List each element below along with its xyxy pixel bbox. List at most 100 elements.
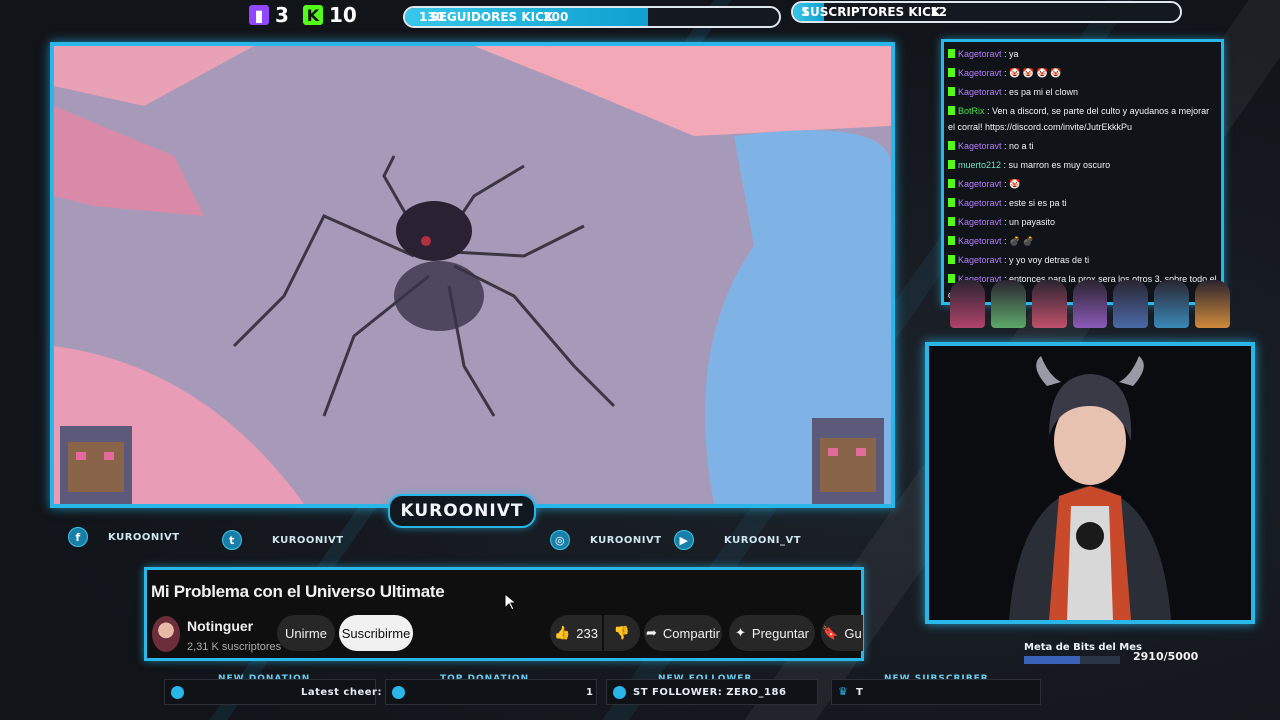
chat-text: : no a ti [1001,141,1034,151]
followers-label: SEGUIDORES KICK [430,10,554,24]
chat-username[interactable]: Kagetoravt [958,141,1002,151]
video-content [54,46,891,504]
kick-badge-icon [948,106,955,115]
chat-text: : ya [1001,49,1019,59]
chat-text: : 🤡 [1001,179,1021,189]
new-follower-text: ST FOLLOWER: ZERO_186 [633,687,787,698]
instagram-handle: KUROONIVT [590,534,662,546]
chat-message: Kagetoravt : es pa mi el clown [948,84,1217,100]
thumbs-up-icon: 👍 [554,625,571,640]
youtube-handle: KUROONI_VT [724,534,802,546]
bookmark-icon: 🔖 [822,625,839,640]
subscribe-button[interactable]: Suscribirme [339,615,413,651]
bits-goal-value: 2910/5000 [1133,650,1199,663]
top-donation-box: 1 [385,679,597,705]
facebook-handle: KUROONIVT [108,531,180,543]
share-icon: ➦ [646,625,657,640]
chat-text: : 🤡 🤡 🤡 🤡 [1001,68,1062,78]
chat-panel[interactable]: Kagetoravt : ya Kagetoravt : 🤡 🤡 🤡 🤡 Kaget… [941,39,1224,305]
mouse-cursor-icon [504,593,516,611]
facebook-icon: f [68,527,88,547]
kick-badge-icon [948,141,955,150]
sparkle-icon: ✦ [735,625,746,640]
chat-username[interactable]: Kagetoravt [958,236,1002,246]
chat-username[interactable]: muerto212 [958,160,1001,170]
chibi-figure [1031,280,1067,328]
chat-message: Kagetoravt : y yo voy detras de ti [948,252,1217,268]
chat-message: Kagetoravt : un payasito [948,214,1217,230]
social-youtube: ▶ KUROONI_VT [674,530,801,550]
instagram-icon: ◎ [550,530,570,550]
twitch-count: 3 [275,3,289,27]
webcam-frame [925,342,1255,624]
chibi-figure [1195,280,1231,328]
save-button[interactable]: 🔖 Gu [821,615,863,651]
chat-message: Kagetoravt : ya [948,46,1217,62]
video-title[interactable]: Mi Problema con el Universo Ultimate [151,582,445,602]
chat-username[interactable]: Kagetoravt [958,68,1002,78]
video-info-panel: Mi Problema con el Universo Ultimate Not… [144,567,864,661]
chat-username[interactable]: Kagetoravt [958,198,1002,208]
new-donation-box: Latest cheer: [164,679,381,705]
social-instagram: ◎ KUROONIVT [550,530,662,550]
chibi-figure [1113,280,1149,328]
kick-counter: K 10 [303,3,357,27]
chat-list: Kagetoravt : ya Kagetoravt : 🤡 🤡 🤡 🤡 Kaget… [948,46,1217,302]
chat-username[interactable]: Kagetoravt [958,179,1002,189]
ask-label: Preguntar [751,625,809,641]
chibi-figure [990,280,1026,328]
chat-message: Kagetoravt : 🤡 🤡 🤡 🤡 [948,65,1217,81]
kick-badge-icon [948,255,955,264]
social-twitter: t KUROONIVT [222,530,344,550]
kick-icon: K [303,5,323,25]
bits-goal-fill [1024,656,1080,664]
vtuber-avatar [929,346,1251,620]
subs-goal-bar: 1 SUSCRIPTORES KICK 12 [791,1,1182,23]
chat-message: Kagetoravt : este si es pa ti [948,195,1217,211]
kick-badge-icon [948,236,955,245]
channel-name[interactable]: Notinguer [187,618,253,634]
join-button[interactable]: Unirme [277,615,335,651]
dislike-button[interactable]: 👎 [604,615,640,651]
chibi-figure [1154,280,1190,328]
share-button[interactable]: ➦ Compartir [644,615,722,651]
pixel-mascot-left [60,426,132,504]
channel-avatar[interactable] [152,616,180,652]
chibi-figure [950,280,985,328]
subs-goal: 12 [930,5,947,19]
chat-message: Kagetoravt : 💣 💣 [948,233,1217,249]
chat-username[interactable]: Kagetoravt [958,87,1002,97]
kick-badge-icon [948,49,955,58]
bits-goal-track [1024,656,1120,664]
save-label: Gu [844,625,862,641]
twitter-icon: t [222,530,242,550]
chat-username[interactable]: Kagetoravt [958,49,1002,59]
chat-text: : un payasito [1001,217,1056,227]
chat-username[interactable]: Kagetoravt [958,255,1002,265]
top-donation-text: 1 [586,687,594,698]
chat-text: : este si es pa ti [1001,198,1067,208]
subs-label: SUSCRIPTORES KICK [801,5,941,19]
chibi-figure [1072,280,1108,328]
channel-subscribers: 2,31 K suscriptores [187,641,282,653]
chat-username[interactable]: BotRix [958,106,985,116]
chat-message: muerto212 : su marron es muy oscuro [948,157,1217,173]
bits-goal-title: Meta de Bits del Mes [1024,642,1142,653]
kick-count: 10 [329,3,357,27]
kick-badge-icon [948,160,955,169]
chat-message: Kagetoravt : 🤡 [948,176,1217,192]
new-subscriber-text: T [856,687,864,698]
twitch-counter: ▮ 3 [249,3,289,27]
ask-button[interactable]: ✦ Preguntar [729,615,815,651]
chat-text: : es pa mi el clown [1001,87,1079,97]
kick-badge-icon [948,68,955,77]
followers-goal-bar: 130 SEGUIDORES KICK 200 [403,6,781,28]
chibi-row [950,280,1231,330]
like-button[interactable]: 👍 233 [550,615,602,651]
chat-username[interactable]: Kagetoravt [958,217,1002,227]
streamer-name-tag: KUROONIVT [388,494,536,528]
new-donation-text: Latest cheer: [301,687,382,698]
money-bag-icon [392,686,405,699]
social-facebook: f KUROONIVT [68,527,180,547]
chat-text: : su marron es muy oscuro [1001,160,1111,170]
